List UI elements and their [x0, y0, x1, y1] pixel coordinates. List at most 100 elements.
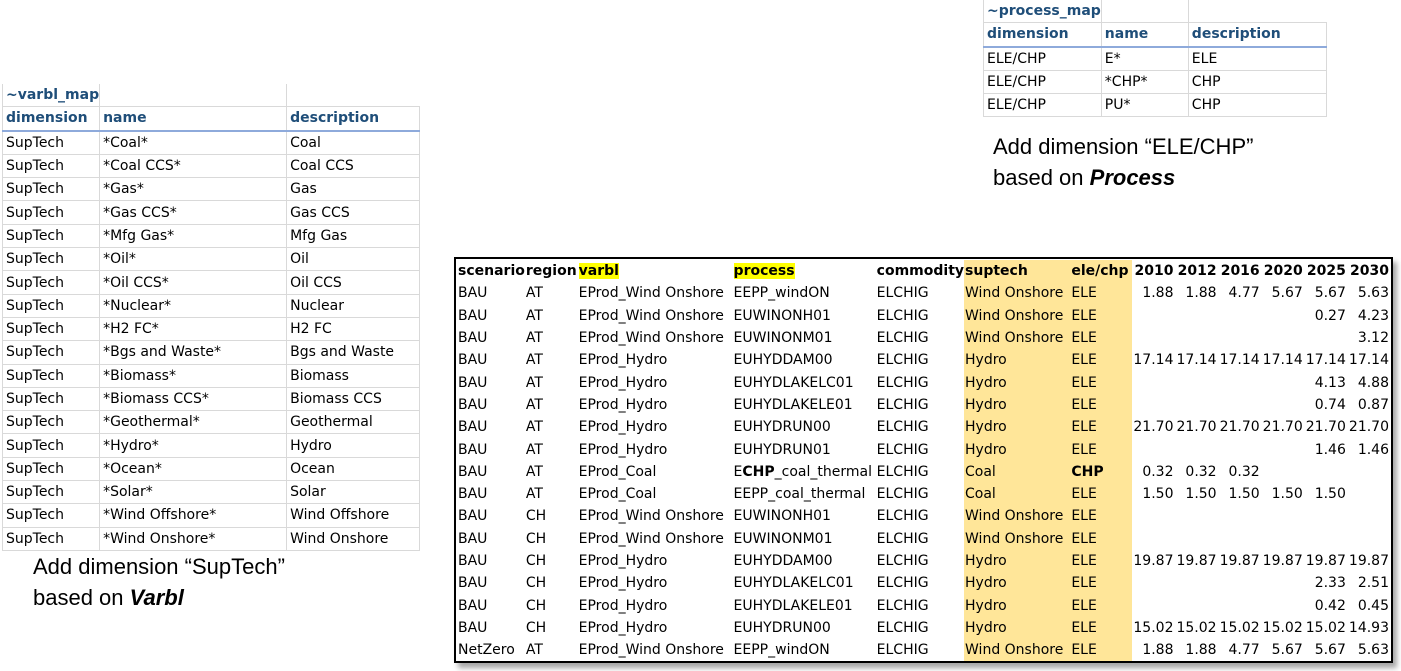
cell-year-2030: 5.63 — [1357, 285, 1389, 302]
varbl-map-row: SupTech *Coal* Coal — [1, 130, 421, 155]
cell-year-2010: 21.70 — [1133, 419, 1174, 436]
varbl-map-cell-description: H2 FC — [286, 317, 421, 342]
cell-year-2012: 0.32 — [1185, 463, 1217, 480]
varbl-map-row: SupTech *Wind Offshore* Wind Offshore — [1, 503, 421, 528]
results-row: BAU AT EProd_Hydro EUHYDDAM00 ELCHIG Hydro ELE… — [457, 349, 1391, 372]
varbl-map-header-description: description — [286, 106, 421, 132]
cell-year-2030: 4.23 — [1357, 307, 1389, 324]
varbl-map-cell-name: *Wind Onshore* — [99, 527, 288, 551]
process-map-cell-dimension: ELE/CHP — [983, 46, 1102, 71]
results-header-varbl: varbl — [578, 260, 733, 282]
varbl-map-header-row: dimension name description — [1, 106, 421, 132]
cell-ele-chp: ELE — [1070, 639, 1133, 662]
varbl-map-header-name: name — [99, 106, 288, 132]
cell-varbl: EProd_Hydro — [578, 396, 668, 413]
cell-region: CH — [525, 575, 547, 592]
process-suffix: EEPP_windON — [733, 285, 830, 302]
cell-year-2025: 19.87 — [1305, 553, 1346, 569]
varbl-map-cell-description: Biomass CCS — [286, 387, 421, 412]
cell-scenario: BAU — [458, 307, 488, 324]
cell-region: AT — [525, 441, 543, 458]
cell-process: EUWINONH01 — [733, 505, 876, 527]
process-map-header-row: dimension name description — [983, 22, 1327, 48]
cell-year-2025 — [1305, 461, 1348, 483]
process-map-cell-description: ELE — [1188, 46, 1327, 71]
cell-scenario: BAU — [458, 553, 488, 569]
cell-varbl: EProd_Wind Onshore — [578, 508, 724, 525]
process-map-cell-name: E* — [1101, 46, 1189, 71]
varbl-map-row: SupTech *Gas* Gas — [1, 177, 421, 202]
process-suffix: EUHYDLAKELC01 — [733, 575, 854, 592]
empty-cell — [1188, 0, 1327, 24]
cell-year-2025 — [1305, 528, 1348, 550]
cell-ele-chp: ELE — [1070, 616, 1133, 640]
varbl-map-cell-name: *Bgs and Waste* — [99, 340, 288, 365]
cell-region: CH — [525, 619, 547, 636]
process-suffix: EUWINONH01 — [733, 307, 831, 324]
varbl-map-cell-dimension: SupTech — [1, 130, 101, 155]
cell-scenario: NetZero — [458, 642, 515, 659]
cell-year-2010: 17.14 — [1133, 352, 1174, 369]
varbl-map-cell-dimension: SupTech — [1, 177, 101, 202]
cell-ele-chp: ELE — [1070, 438, 1133, 461]
varbl-map-row: SupTech *Ocean* Ocean — [1, 457, 421, 482]
cell-suptech: Hydro — [964, 438, 1071, 461]
process-map-header-dimension: dimension — [983, 22, 1102, 48]
cell-commodity: ELCHIG — [876, 575, 929, 592]
cell-year-2030 — [1348, 505, 1391, 527]
cell-year-2025: 15.02 — [1305, 619, 1346, 636]
cell-commodity: ELCHIG — [876, 330, 929, 347]
results-header-2012: 2012 — [1177, 263, 1217, 280]
cell-region: AT — [525, 307, 543, 324]
cell-region: AT — [525, 374, 543, 391]
cell-region: CH — [525, 508, 547, 525]
cell-year-2016 — [1219, 438, 1262, 460]
cell-varbl: EProd_Wind Onshore — [578, 285, 724, 302]
varbl-map-cell-description: Biomass — [286, 364, 421, 388]
note-varbl-emphasis: Varbl — [129, 585, 184, 610]
cell-year-2030: 0.45 — [1357, 597, 1389, 614]
cell-year-2025: 0.27 — [1314, 307, 1346, 324]
cell-year-2016 — [1219, 305, 1262, 327]
varbl-map-cell-description: Wind Onshore — [286, 527, 421, 551]
cell-year-2020 — [1262, 594, 1305, 616]
cell-ele-chp: ELE — [1070, 527, 1133, 550]
varbl-map-header-dimension: dimension — [1, 106, 101, 132]
cell-commodity: ELCHIG — [876, 419, 929, 436]
cell-year-2012 — [1175, 394, 1218, 416]
cell-year-2030: 17.14 — [1348, 352, 1389, 369]
cell-suptech: Hydro — [964, 616, 1071, 640]
cell-ele-chp: ELE — [1070, 304, 1133, 327]
results-table-panel: scenario region varbl process commodity supte… — [454, 257, 1393, 663]
cell-year-2010: 1.50 — [1142, 486, 1174, 503]
cell-region: AT — [525, 419, 543, 436]
cell-year-2025: 5.67 — [1314, 642, 1346, 659]
cell-suptech: Wind Onshore — [964, 304, 1071, 327]
cell-ele-chp: ELE — [1070, 326, 1133, 350]
varbl-map-row: SupTech *Gas CCS* Gas CCS — [1, 200, 421, 225]
results-header-2010: 2010 — [1134, 263, 1174, 280]
varbl-map-cell-dimension: SupTech — [1, 410, 101, 435]
varbl-map-row: SupTech *Nuclear* Nuclear — [1, 294, 421, 318]
cell-ele-chp: ELE — [1070, 594, 1133, 617]
cell-year-2025: 1.50 — [1314, 486, 1346, 503]
cell-varbl: EProd_Hydro — [578, 619, 668, 636]
results-row: BAU AT EProd_Coal ECHP_coal_thermal ELCHIG Co… — [457, 460, 1391, 483]
varbl-map-cell-description: Nuclear — [286, 294, 421, 318]
cell-process: EEPP_windON — [733, 639, 876, 661]
varbl-map-cell-dimension: SupTech — [1, 503, 101, 528]
process-map-cell-description: CHP — [1188, 70, 1327, 95]
varbl-map-cell-name: *Mfg Gas* — [99, 224, 288, 249]
cell-scenario: BAU — [458, 419, 488, 436]
cell-ele-chp: CHP — [1070, 460, 1133, 483]
note-varbl-line1: Add dimension “SupTech” — [33, 554, 285, 579]
cell-varbl: EProd_Wind Onshore — [578, 530, 724, 547]
cell-year-2020 — [1262, 371, 1305, 393]
varbl-map-cell-dimension: SupTech — [1, 154, 101, 179]
cell-year-2016: 0.32 — [1228, 463, 1260, 480]
cell-year-2016: 17.14 — [1219, 352, 1260, 369]
cell-process: EUHYDDAM00 — [733, 550, 876, 572]
cell-ele-chp: ELE — [1070, 505, 1133, 528]
process-suffix: EEPP_coal_thermal — [733, 486, 866, 503]
varbl-map-cell-description: Bgs and Waste — [286, 340, 421, 365]
